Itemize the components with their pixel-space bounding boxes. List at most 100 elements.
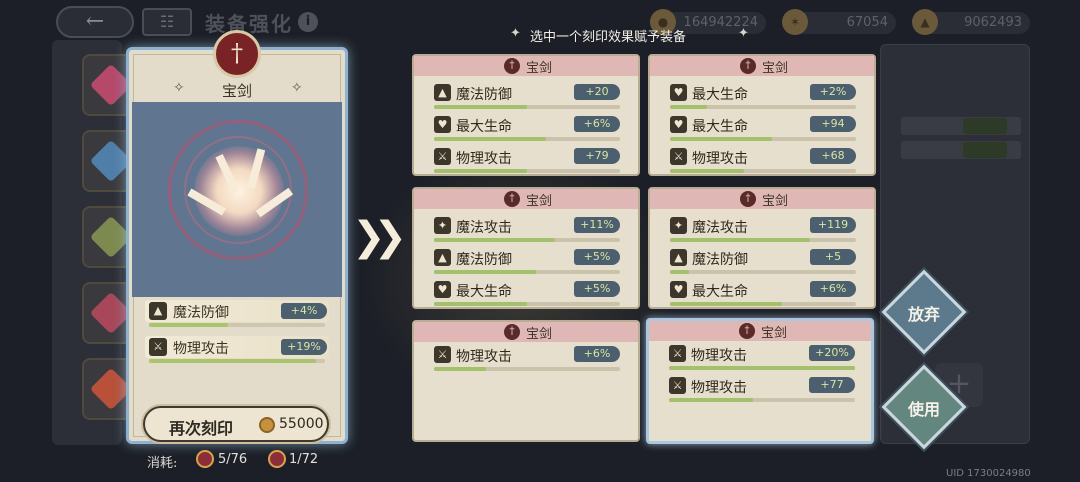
option-header: † 宝剑 bbox=[414, 56, 638, 76]
stat-name: 物理攻击 bbox=[173, 341, 229, 357]
option-stat-row: ♥ 最大生命 +2% bbox=[670, 82, 856, 109]
stat-name: 最大生命 bbox=[692, 119, 748, 135]
stat-progress-bar bbox=[670, 169, 856, 173]
stat-name: 魔法防御 bbox=[692, 252, 748, 268]
sword-emblem-icon: † bbox=[740, 191, 756, 207]
equipment-stat-row: ▲ 魔法防御 +4% bbox=[145, 300, 329, 327]
option-title: 宝剑 bbox=[761, 326, 788, 341]
option-header: † 宝剑 bbox=[414, 322, 638, 342]
stat-value: +6% bbox=[810, 281, 856, 297]
sword-emblem-icon: † bbox=[504, 58, 520, 74]
engrave-option-card[interactable]: † 宝剑 ♥ 最大生命 +2% ♥ 最大生命 +94 ⚔ 物理攻击 +68 bbox=[648, 54, 876, 176]
equipment-list-panel bbox=[52, 40, 138, 445]
heart-icon: ♥ bbox=[670, 84, 687, 101]
discard-label[interactable]: 放弃 bbox=[884, 301, 964, 325]
engrave-option-card-selected[interactable]: † 宝剑 ⚔ 物理攻击 +20% ⚔ 物理攻击 +77 bbox=[646, 318, 874, 444]
rare-stone-icon bbox=[268, 450, 286, 468]
engrave-stone-icon bbox=[196, 450, 214, 468]
use-label[interactable]: 使用 bbox=[884, 396, 964, 420]
option-title: 宝剑 bbox=[526, 61, 553, 76]
engrave-option-card[interactable]: † 宝剑 ✦ 魔法攻击 +11% ▲ 魔法防御 +5% ♥ 最大生命 +5% bbox=[412, 187, 640, 309]
sword-emblem-icon: † bbox=[504, 324, 520, 340]
stat-value: +11% bbox=[574, 217, 620, 233]
option-header: † 宝剑 bbox=[650, 189, 874, 209]
engrave-option-card[interactable]: † 宝剑 ⚔ 物理攻击 +6% bbox=[412, 320, 640, 442]
currency-crystal: ✶ 67054 bbox=[782, 9, 896, 35]
info-icon[interactable]: i bbox=[298, 12, 318, 32]
sword-emblem-icon: † bbox=[213, 30, 261, 78]
sword-emblem-icon: † bbox=[504, 191, 520, 207]
stat-name: 魔法攻击 bbox=[456, 220, 512, 236]
sword-emblem-icon: † bbox=[739, 323, 755, 339]
option-header: † 宝剑 bbox=[414, 189, 638, 209]
stat-progress-bar bbox=[149, 359, 325, 363]
stat-progress-bar bbox=[434, 105, 620, 109]
sword-icon: ⚔ bbox=[669, 345, 686, 362]
equipment-artwork bbox=[132, 102, 342, 297]
stat-value: +5 bbox=[810, 249, 856, 265]
back-arrow-icon: ← bbox=[85, 9, 105, 34]
detail-stat-row bbox=[901, 141, 1021, 159]
stat-name: 物理攻击 bbox=[692, 151, 748, 167]
hat-icon: ▲ bbox=[670, 249, 687, 266]
sword-icon: ⚔ bbox=[670, 148, 687, 165]
engrave-option-card[interactable]: † 宝剑 ✦ 魔法攻击 +119 ▲ 魔法防御 +5 ♥ 最大生命 +6% bbox=[648, 187, 876, 309]
option-stat-row: ♥ 最大生命 +6% bbox=[670, 279, 856, 306]
heart-icon: ♥ bbox=[670, 281, 687, 298]
currency-resource-value: 9062493 bbox=[964, 15, 1022, 30]
stat-value: +5% bbox=[574, 281, 620, 297]
stat-value: +77 bbox=[809, 377, 855, 393]
stat-name: 物理攻击 bbox=[456, 349, 512, 365]
crystal-icon: ✶ bbox=[782, 9, 808, 35]
option-stat-row: ♥ 最大生命 +94 bbox=[670, 114, 856, 141]
hat-icon: ▲ bbox=[149, 302, 167, 320]
gold-coin-icon bbox=[259, 417, 275, 433]
grid-icon: ☷ bbox=[159, 12, 175, 31]
option-stat-row: ▲ 魔法防御 +5% bbox=[434, 247, 620, 274]
stat-value: +119 bbox=[810, 217, 856, 233]
instruction-text: 选中一个刻印效果赋予装备 bbox=[530, 30, 687, 45]
stat-name: 物理攻击 bbox=[691, 348, 747, 364]
equipment-name: 宝剑 bbox=[221, 82, 252, 100]
uid-label: UID 1730024980 bbox=[946, 468, 1031, 479]
option-stat-row: ⚔ 物理攻击 +68 bbox=[670, 146, 856, 173]
stat-progress-bar bbox=[669, 366, 855, 370]
engrave-option-card[interactable]: † 宝剑 ▲ 魔法防御 +20 ♥ 最大生命 +6% ⚔ 物理攻击 +79 bbox=[412, 54, 640, 176]
stat-progress-bar bbox=[670, 270, 856, 274]
sword-burst-icon bbox=[194, 146, 284, 236]
reforge-button[interactable]: 再次刻印 55000 bbox=[143, 406, 329, 442]
hat-icon: ▲ bbox=[434, 249, 451, 266]
stat-value: +94 bbox=[810, 116, 856, 132]
stat-name: 最大生命 bbox=[456, 119, 512, 135]
stat-progress-bar bbox=[670, 105, 856, 109]
stat-progress-bar bbox=[434, 137, 620, 141]
material-count: 5/76 bbox=[218, 452, 248, 467]
option-stat-row: ⚔ 物理攻击 +20% bbox=[669, 343, 855, 370]
option-title: 宝剑 bbox=[762, 61, 789, 76]
stat-value: +6% bbox=[574, 346, 620, 362]
option-title: 宝剑 bbox=[762, 194, 789, 209]
stat-value: +68 bbox=[810, 148, 856, 164]
equipment-stat-row: ⚔ 物理攻击 +19% bbox=[145, 336, 329, 363]
hint-ornament-right-icon: ✦ bbox=[738, 26, 749, 41]
sword-icon: ⚔ bbox=[434, 148, 451, 165]
stat-progress-bar bbox=[669, 398, 855, 402]
stat-name: 魔法防御 bbox=[456, 87, 512, 103]
sword-icon: ⚔ bbox=[434, 346, 451, 363]
stat-progress-bar bbox=[434, 302, 620, 306]
option-title: 宝剑 bbox=[526, 194, 553, 209]
option-stat-row: ♥ 最大生命 +5% bbox=[434, 279, 620, 306]
sword-emblem-icon: † bbox=[740, 58, 756, 74]
stat-name: 最大生命 bbox=[692, 87, 748, 103]
back-button[interactable]: ← bbox=[56, 6, 134, 38]
hint-ornament-left-icon: ✦ bbox=[510, 26, 521, 41]
wand-icon: ✦ bbox=[434, 217, 451, 234]
equipment-card: ✧ 宝剑 ✧ ▲ 魔法防御 +4% ⚔ 物理攻击 +19% bbox=[126, 47, 348, 444]
stat-name: 物理攻击 bbox=[456, 151, 512, 167]
grid-button[interactable]: ☷ bbox=[142, 8, 192, 36]
stat-name: 最大生命 bbox=[692, 284, 748, 300]
option-stat-row: ✦ 魔法攻击 +11% bbox=[434, 215, 620, 242]
option-stat-row: ▲ 魔法防御 +5 bbox=[670, 247, 856, 274]
currency-crystal-value: 67054 bbox=[846, 15, 888, 30]
stat-name: 物理攻击 bbox=[691, 380, 747, 396]
